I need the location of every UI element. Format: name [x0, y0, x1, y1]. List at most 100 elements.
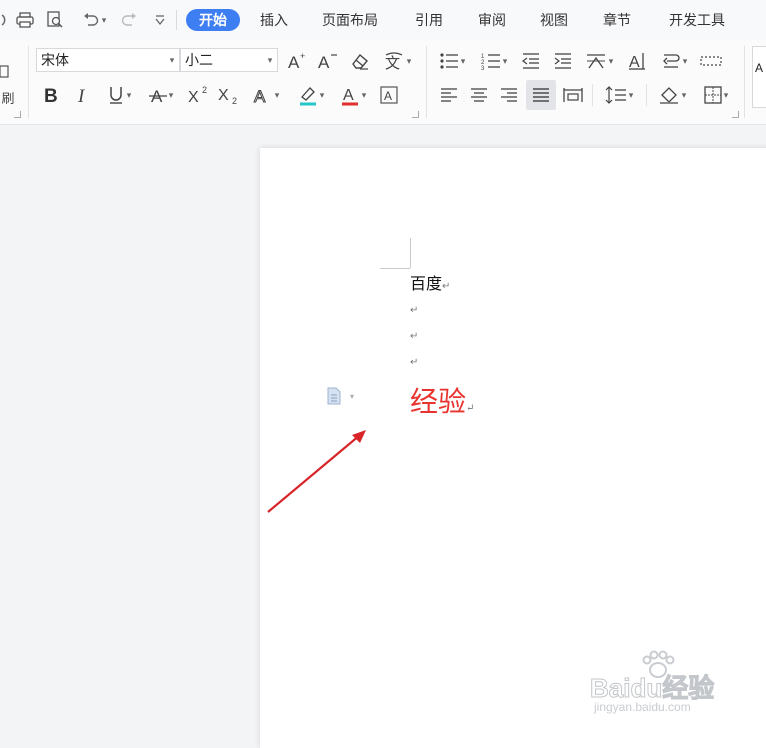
- tab-view[interactable]: 视图: [534, 9, 574, 31]
- format-painter-label[interactable]: 刷: [0, 84, 16, 110]
- borders-button[interactable]: ▾: [698, 82, 734, 108]
- tab-developer[interactable]: 开发工具: [663, 9, 731, 31]
- align-center-button[interactable]: [466, 82, 492, 108]
- underline-button[interactable]: ▾: [100, 82, 138, 108]
- tab-references[interactable]: 引用: [409, 9, 449, 31]
- paragraph-handle[interactable]: ▾: [326, 386, 362, 406]
- italic-button[interactable]: I: [70, 82, 96, 108]
- svg-text:X: X: [218, 87, 229, 104]
- chevron-down-icon: ▾: [168, 89, 174, 100]
- chevron-down-icon: ▾: [126, 89, 132, 100]
- text-effect-button[interactable]: A ▾: [248, 82, 284, 108]
- shrink-font-button[interactable]: A: [316, 48, 340, 74]
- svg-text:A: A: [254, 87, 266, 105]
- strikethrough-button[interactable]: A ▾: [142, 82, 180, 108]
- redo-button[interactable]: [118, 8, 140, 32]
- document-line-1[interactable]: 百度↵: [410, 270, 450, 294]
- svg-text:2: 2: [232, 96, 237, 105]
- undo-button[interactable]: ▾: [78, 8, 110, 32]
- font-name-value: 宋体: [41, 52, 69, 68]
- chevron-down-icon: ▾: [101, 14, 107, 25]
- align-right-button[interactable]: [496, 82, 522, 108]
- divider: [646, 84, 647, 106]
- align-left-button[interactable]: [436, 82, 462, 108]
- tab-home[interactable]: 开始: [186, 9, 240, 31]
- tab-page-layout[interactable]: 页面布局: [316, 9, 384, 31]
- document-line-4[interactable]: ↵: [410, 350, 418, 369]
- chevron-down-icon: ▾: [460, 55, 466, 66]
- svg-text:2: 2: [202, 85, 207, 95]
- chevron-down-icon: ▾: [628, 89, 634, 100]
- chevron-down-icon: ▾: [350, 391, 355, 401]
- document-line-3[interactable]: ↵: [410, 324, 418, 343]
- document-text: 百度: [410, 274, 443, 293]
- chevron-down-icon: ▾: [502, 55, 508, 66]
- group-launcher-icon[interactable]: [14, 111, 21, 118]
- divider: [592, 84, 593, 106]
- divider: [426, 46, 427, 118]
- paste-icon[interactable]: [0, 58, 10, 84]
- svg-text:+: +: [300, 51, 305, 61]
- svg-text:A: A: [318, 53, 330, 71]
- character-border-button[interactable]: A: [376, 82, 402, 108]
- chevron-down-icon[interactable]: ▾: [165, 49, 179, 71]
- sort-button[interactable]: ▾: [656, 48, 692, 74]
- margin-corner-mark: [410, 238, 411, 268]
- paragraph-mark: ↵: [410, 331, 419, 342]
- chevron-down-icon: ▾: [274, 89, 280, 100]
- chevron-down-icon: ▾: [681, 89, 687, 100]
- phonetic-guide-button[interactable]: 文 ▾: [378, 48, 416, 74]
- chevron-down-icon: ▾: [608, 55, 614, 66]
- chevron-down-icon[interactable]: ▾: [263, 49, 277, 71]
- highlight-color-button[interactable]: ▾: [292, 82, 330, 108]
- decrease-indent-button[interactable]: [518, 48, 544, 74]
- chevron-down-icon: ▾: [406, 55, 412, 66]
- print-preview-icon[interactable]: [44, 8, 66, 32]
- font-name-select[interactable]: 宋体 ▾: [36, 48, 180, 72]
- style-gallery[interactable]: A: [752, 46, 766, 108]
- svg-text:A: A: [343, 87, 354, 104]
- svg-text:I: I: [77, 86, 86, 105]
- paragraph-mark: ↵: [410, 305, 419, 316]
- clear-format-icon[interactable]: [348, 48, 372, 74]
- bold-button[interactable]: B: [38, 82, 64, 108]
- line-spacing-button[interactable]: ▾: [598, 82, 640, 108]
- divider: [28, 46, 29, 118]
- tab-section[interactable]: 章节: [597, 9, 637, 31]
- style-preview: A: [755, 61, 764, 75]
- customize-toolbar-icon[interactable]: [150, 8, 170, 32]
- font-size-value: 小二: [185, 52, 213, 68]
- group-launcher-icon[interactable]: [412, 111, 419, 118]
- svg-text:X: X: [188, 89, 199, 105]
- document-text: 经验: [410, 385, 467, 418]
- increase-indent-button[interactable]: [550, 48, 576, 74]
- document-line-5[interactable]: 经验↵: [410, 380, 474, 420]
- chinese-layout-button[interactable]: ▾: [580, 48, 618, 74]
- tab-insert[interactable]: 插入: [254, 9, 294, 31]
- show-marks-button[interactable]: [698, 48, 724, 74]
- chevron-down-icon: ▾: [319, 89, 325, 100]
- subscript-button[interactable]: X2: [216, 82, 242, 108]
- tab-review[interactable]: 审阅: [472, 9, 512, 31]
- font-size-select[interactable]: 小二 ▾: [180, 48, 278, 72]
- numbered-list-button[interactable]: 1 2 3 ▾: [476, 48, 512, 74]
- bullet-list-button[interactable]: ▾: [434, 48, 470, 74]
- paragraph-mark: ↵: [442, 281, 451, 292]
- baidu-watermark: Baidu经验 jingyan.baidu.com: [589, 650, 760, 720]
- grow-font-button[interactable]: A +: [286, 48, 310, 74]
- paragraph-mark: ↵: [466, 403, 475, 414]
- partial-icon[interactable]: [0, 8, 10, 32]
- print-icon[interactable]: [14, 8, 36, 32]
- svg-text:A: A: [384, 89, 392, 103]
- svg-text:A: A: [288, 53, 300, 71]
- group-launcher-icon[interactable]: [732, 111, 739, 118]
- font-color-button[interactable]: A ▾: [334, 82, 372, 108]
- shading-button[interactable]: ▾: [652, 82, 692, 108]
- svg-text:B: B: [44, 86, 58, 105]
- justify-button[interactable]: [526, 80, 556, 110]
- superscript-button[interactable]: X2: [186, 82, 212, 108]
- chevron-down-icon: ▾: [682, 55, 688, 66]
- document-line-2[interactable]: ↵: [410, 298, 418, 317]
- text-direction-button[interactable]: A: [624, 48, 650, 74]
- distributed-align-button[interactable]: [560, 82, 586, 108]
